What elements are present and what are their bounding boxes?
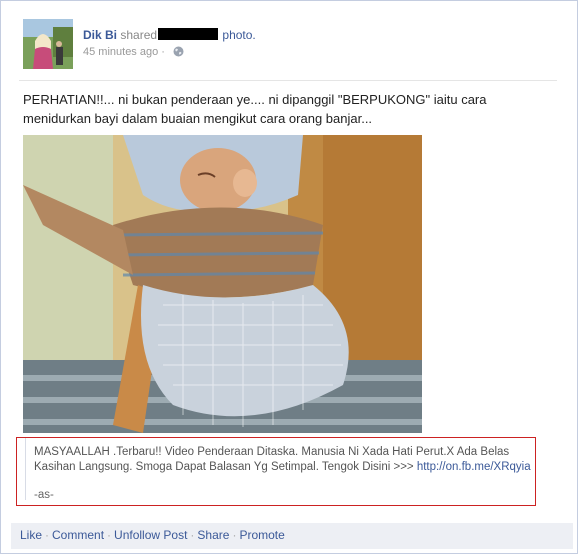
shared-text: shared <box>120 28 158 42</box>
promote-link[interactable]: Promote <box>239 528 284 542</box>
photo-link[interactable]: photo. <box>222 28 255 42</box>
story-header: Dik Bi shared photo. 45 minutes ago · <box>23 19 563 71</box>
action-separator: · <box>232 528 237 542</box>
story-title: Dik Bi shared photo. <box>83 28 256 42</box>
comment-link[interactable]: Comment <box>52 528 104 542</box>
shared-message-highlight: MASYAALLAH .Terbaru!! Video Penderaan Di… <box>16 437 536 506</box>
post-caption: PERHATIAN!!... ni bukan penderaan ye....… <box>23 92 487 126</box>
shared-message-signature: -as- <box>34 489 54 501</box>
shared-message-link[interactable]: http://on.fb.me/XRqyia <box>417 461 531 473</box>
meta-separator: · <box>161 46 165 58</box>
redacted-name <box>158 28 219 40</box>
post-photo[interactable] <box>23 135 422 433</box>
header-divider <box>19 80 557 81</box>
author-name-link[interactable]: Dik Bi <box>83 28 117 42</box>
shared-message: MASYAALLAH .Terbaru!! Video Penderaan Di… <box>25 438 531 501</box>
author-avatar[interactable] <box>23 19 73 69</box>
story-meta: 45 minutes ago · <box>83 46 184 58</box>
action-links: Like · Comment · Unfollow Post · Share · Promote <box>20 528 285 542</box>
action-separator: · <box>107 528 112 542</box>
unfollow-post-link[interactable]: Unfollow Post <box>114 528 187 542</box>
timestamp-link[interactable]: 45 minutes ago <box>83 46 158 58</box>
like-link[interactable]: Like <box>20 528 42 542</box>
action-separator: · <box>190 528 195 542</box>
story-action-bar: Like · Comment · Unfollow Post · Share · Promote <box>11 523 573 549</box>
share-link[interactable]: Share <box>197 528 229 542</box>
feed-story: Dik Bi shared photo. 45 minutes ago · PE… <box>0 0 578 554</box>
globe-icon[interactable] <box>173 46 184 57</box>
action-separator: · <box>45 528 50 542</box>
